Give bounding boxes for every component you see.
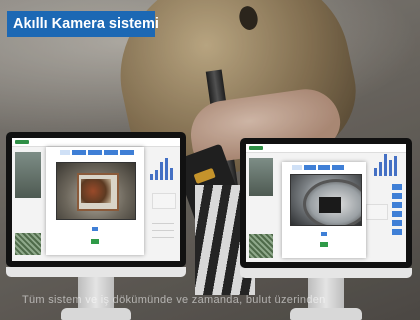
action-rail[interactable] [392, 184, 402, 235]
usage-bars [150, 158, 173, 180]
sidebar-thumbnail[interactable] [249, 234, 273, 258]
confirm-button[interactable] [320, 242, 328, 247]
capture-button[interactable] [321, 232, 327, 236]
camera-feed-2 [290, 174, 362, 226]
sidebar-thumbnail[interactable] [249, 158, 273, 196]
left-monitor-screen [12, 138, 180, 261]
caption-text: Tüm sistem ve iş dökümünde ve zamanda, b… [22, 294, 326, 306]
right-monitor-screen [246, 144, 406, 262]
app-logo [249, 146, 263, 150]
tab-bar[interactable] [292, 165, 344, 170]
tab-bar[interactable] [60, 150, 134, 155]
stat-box [366, 204, 388, 220]
app-header [12, 138, 180, 147]
app-logo [15, 140, 29, 144]
usage-bars [374, 154, 397, 176]
app-header [246, 144, 406, 153]
page-title: Akıllı Kamera sistemi [7, 11, 159, 37]
camera-feed-1 [56, 162, 136, 220]
capture-button[interactable] [92, 227, 98, 231]
stat-box [152, 193, 176, 209]
camera-modal [282, 162, 366, 258]
sidebar-thumbnail[interactable] [15, 233, 41, 255]
sidebar-thumbnail[interactable] [15, 152, 41, 198]
camera-modal [46, 147, 144, 255]
confirm-button[interactable] [91, 239, 99, 244]
